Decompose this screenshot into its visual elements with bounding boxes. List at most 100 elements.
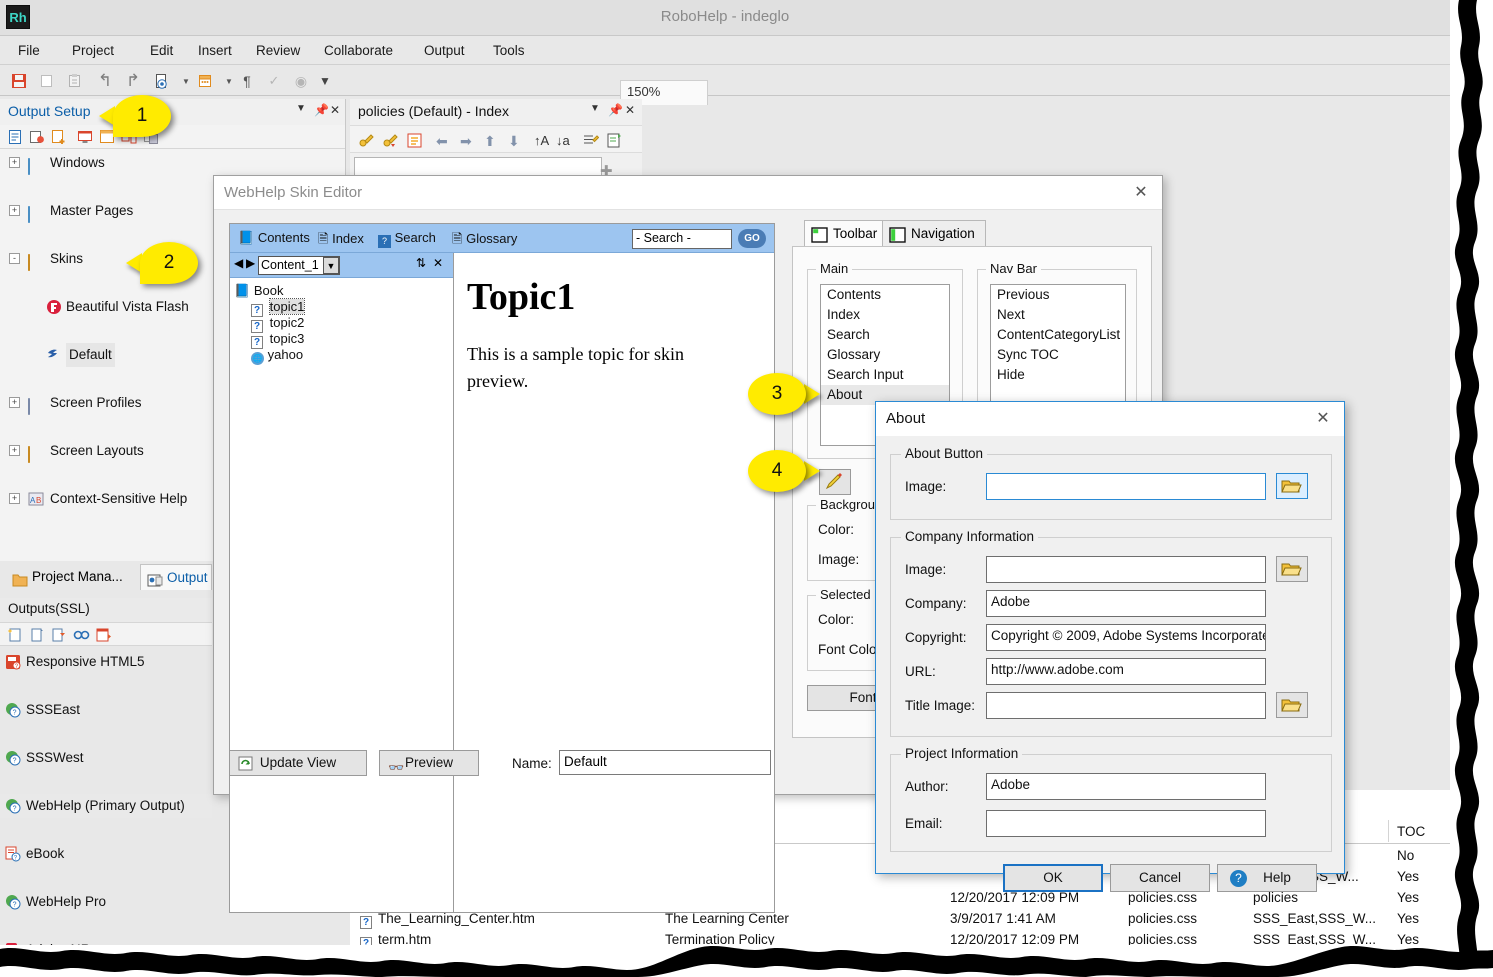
sort-descending-icon[interactable]: ↓a bbox=[556, 132, 572, 148]
output-settings-icon[interactable] bbox=[96, 627, 112, 643]
about-help-button[interactable]: ? Help bbox=[1217, 864, 1317, 892]
pin-icon[interactable]: 📌 bbox=[608, 103, 623, 117]
add-skin-icon[interactable] bbox=[51, 129, 67, 145]
view-output-icon[interactable] bbox=[73, 627, 90, 643]
expander-icon[interactable]: + bbox=[9, 493, 20, 504]
company-image-browse-button[interactable] bbox=[1276, 556, 1308, 582]
close-icon[interactable]: ✕ bbox=[330, 103, 340, 117]
company-name-input[interactable]: Adobe bbox=[986, 590, 1266, 617]
toc-item-topic3[interactable]: ? topic3 bbox=[234, 331, 304, 349]
about-ok-button[interactable]: OK bbox=[1003, 864, 1103, 892]
pilcrow-icon[interactable]: ¶ bbox=[238, 72, 256, 90]
menu-project[interactable]: Project bbox=[66, 41, 120, 60]
remove-index-keyword-icon[interactable] bbox=[382, 132, 398, 148]
undo-icon[interactable]: ↰ bbox=[96, 71, 114, 90]
preview-go-button[interactable]: GO bbox=[738, 229, 766, 248]
about-cancel-button[interactable]: Cancel bbox=[1110, 864, 1210, 892]
url-input[interactable]: http://www.adobe.com bbox=[986, 658, 1266, 685]
preview-tab-index[interactable]: 🗎 Index bbox=[318, 230, 364, 252]
preview-icon[interactable] bbox=[152, 72, 170, 90]
list-item[interactable]: ? SSSEast bbox=[0, 698, 212, 722]
about-image-input[interactable] bbox=[986, 473, 1266, 500]
arrow-left-icon[interactable]: ◀ bbox=[234, 256, 243, 270]
list-item-glossary[interactable]: Glossary bbox=[821, 345, 949, 365]
menu-file[interactable]: File bbox=[12, 41, 46, 60]
preview-tab-glossary[interactable]: 🗎 Glossary bbox=[452, 230, 517, 252]
expander-icon[interactable]: + bbox=[9, 205, 20, 216]
chevron-down-icon[interactable]: ▼ bbox=[590, 103, 600, 114]
sort-ascending-icon[interactable]: ↑A bbox=[534, 132, 550, 148]
list-item-content-category-list[interactable]: ContentCategoryList bbox=[991, 325, 1125, 345]
close-icon[interactable]: ✕ bbox=[625, 103, 635, 117]
list-item[interactable]: ? WebHelp Pro bbox=[0, 890, 212, 914]
company-image-input[interactable] bbox=[986, 556, 1266, 583]
list-item-index[interactable]: Index bbox=[821, 305, 949, 325]
index-list-icon[interactable] bbox=[582, 132, 600, 148]
about-image-browse-button[interactable] bbox=[1276, 473, 1308, 499]
arrow-right-icon[interactable]: ➡ bbox=[460, 133, 476, 149]
menu-output[interactable]: Output bbox=[418, 41, 471, 60]
menu-edit[interactable]: Edit bbox=[144, 41, 179, 60]
preview-button[interactable]: 👓 Preview bbox=[379, 750, 479, 776]
list-item-hide[interactable]: Hide bbox=[991, 365, 1125, 385]
generate-output-icon[interactable] bbox=[51, 627, 67, 643]
list-item[interactable]: ? Responsive HTML5 bbox=[0, 650, 212, 674]
copy-icon[interactable] bbox=[38, 72, 56, 90]
arrow-up-icon[interactable]: ⬆ bbox=[484, 133, 500, 149]
preview-search-input[interactable]: - Search - bbox=[632, 229, 732, 249]
new-index-keyword-icon[interactable] bbox=[358, 132, 374, 148]
list-item-previous[interactable]: Previous bbox=[991, 285, 1125, 305]
new-topic-icon[interactable] bbox=[196, 72, 214, 90]
expander-icon[interactable]: + bbox=[9, 445, 20, 456]
toc-item-book[interactable]: 📘 Book bbox=[234, 283, 304, 299]
tab-navigation[interactable]: Navigation bbox=[882, 220, 986, 246]
arrow-down-icon[interactable]: ⬇ bbox=[508, 133, 524, 149]
arrow-left-icon[interactable]: ⬅ bbox=[436, 133, 452, 149]
update-view-button[interactable]: Update View bbox=[229, 750, 367, 776]
edit-button-properties-button[interactable] bbox=[819, 469, 851, 495]
duplicate-output-icon[interactable] bbox=[29, 627, 45, 643]
tab-project-manager[interactable]: Project Mana... bbox=[6, 564, 138, 590]
close-icon[interactable]: ✕ bbox=[1312, 409, 1334, 429]
preview-tab-search[interactable]: ? Search bbox=[378, 230, 436, 248]
tab-toolbar[interactable]: Toolbar bbox=[804, 220, 889, 246]
title-image-browse-button[interactable] bbox=[1276, 692, 1308, 718]
new-output-icon[interactable] bbox=[7, 627, 23, 643]
master-page-icon[interactable] bbox=[29, 129, 45, 145]
new-topic-dropdown-icon[interactable]: ▼ bbox=[220, 72, 238, 90]
skin-name-input[interactable]: Default bbox=[559, 750, 771, 775]
list-item-next[interactable]: Next bbox=[991, 305, 1125, 325]
menu-collaborate[interactable]: Collaborate bbox=[318, 41, 399, 60]
preview-tab-contents[interactable]: 📘 Contents bbox=[238, 230, 310, 246]
preview-dropdown-icon[interactable]: ▼ bbox=[177, 72, 195, 90]
menu-tools[interactable]: Tools bbox=[487, 41, 531, 60]
new-window-icon[interactable] bbox=[7, 129, 23, 145]
tab-output[interactable]: Output bbox=[140, 564, 212, 590]
author-input[interactable]: Adobe bbox=[986, 773, 1266, 800]
list-item[interactable]: ? eBook bbox=[0, 842, 212, 866]
toc-item-topic1[interactable]: ? topic1 bbox=[234, 298, 306, 317]
copyright-input[interactable]: Copyright © 2009, Adobe Systems Incorpor… bbox=[986, 624, 1266, 651]
tree-item-windows[interactable]: + Windows bbox=[0, 151, 345, 175]
screen-profile-icon[interactable] bbox=[77, 129, 93, 145]
expander-icon[interactable]: + bbox=[9, 397, 20, 408]
arrow-right-icon[interactable]: ▶ bbox=[246, 256, 255, 270]
new-index-icon[interactable] bbox=[606, 132, 622, 148]
redo-icon[interactable]: ↰ bbox=[124, 71, 142, 90]
list-item-search-input[interactable]: Search Input bbox=[821, 365, 949, 385]
list-item-contents[interactable]: Contents bbox=[821, 285, 949, 305]
close-icon[interactable]: ✕ bbox=[1130, 183, 1152, 203]
title-image-input[interactable] bbox=[986, 692, 1266, 719]
more-commands-icon[interactable]: ▼ bbox=[316, 72, 334, 90]
paste-icon[interactable] bbox=[66, 72, 84, 90]
toc-item-yahoo[interactable]: 🌐 yahoo bbox=[234, 347, 304, 365]
expander-icon[interactable]: + bbox=[9, 157, 20, 168]
email-input[interactable] bbox=[986, 810, 1266, 837]
toc-item-topic2[interactable]: ? topic2 bbox=[234, 315, 304, 333]
index-properties-icon[interactable] bbox=[406, 132, 422, 148]
list-item[interactable]: ? WebHelp (Primary Output) bbox=[0, 794, 212, 818]
chevron-down-icon[interactable]: ▼ bbox=[323, 257, 339, 274]
close-icon[interactable]: ✕ bbox=[433, 256, 443, 270]
menu-review[interactable]: Review bbox=[250, 41, 306, 60]
menu-insert[interactable]: Insert bbox=[192, 41, 238, 60]
